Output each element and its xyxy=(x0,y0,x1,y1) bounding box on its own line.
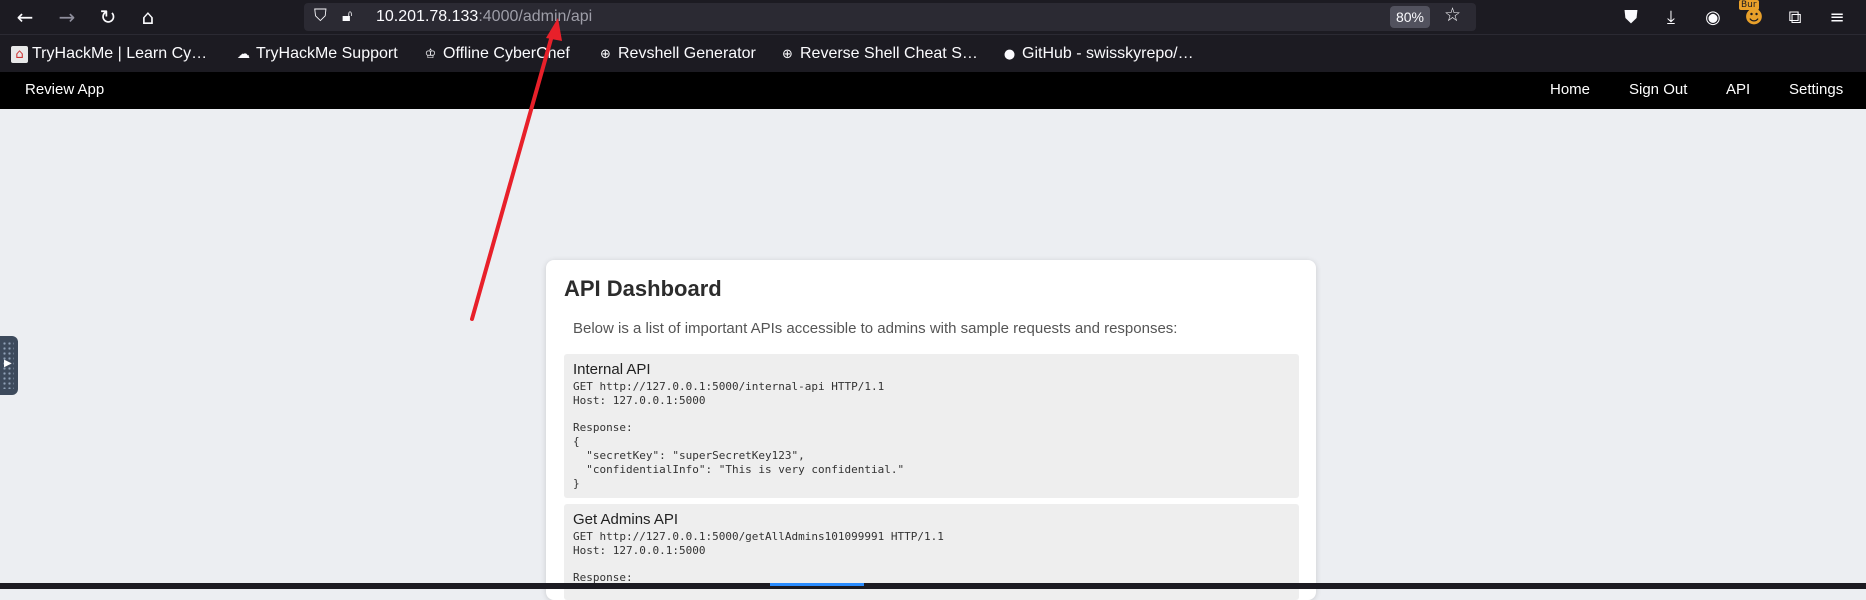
chef-hat-icon: ♔ xyxy=(424,46,437,62)
tryhackme-icon: ⌂ xyxy=(11,45,28,63)
api-name: Internal API xyxy=(573,361,651,378)
back-icon[interactable]: ← xyxy=(11,4,39,30)
bookmark-tryhackme-support[interactable]: ☁ TryHackMe Support xyxy=(235,45,398,63)
api-dashboard-card: API Dashboard Below is a list of importa… xyxy=(546,260,1316,600)
account-icon[interactable]: ◉ xyxy=(1700,4,1726,30)
insecure-lock-icon[interactable]: 🔓︎ xyxy=(342,6,352,26)
bookmark-reverse-shell-cheat-sheet[interactable]: ⊕ Reverse Shell Cheat S… xyxy=(779,45,978,63)
zoom-level-badge[interactable]: 80% xyxy=(1390,6,1430,28)
shield-icon[interactable]: ⛉ xyxy=(314,6,327,26)
app-navbar: Review App Home Sign Out API Settings xyxy=(0,72,1866,109)
dashboard-description: Below is a list of important APIs access… xyxy=(573,320,1178,337)
bottom-status-strip xyxy=(0,583,1866,589)
bookmark-github[interactable]: ● GitHub - swisskyrepo/… xyxy=(1001,45,1194,63)
api-sample-request: GET http://127.0.0.1:5000/getAllAdmins10… xyxy=(573,530,944,585)
url-path: :4000/admin/api xyxy=(478,8,593,25)
api-entry-internal: Internal API GET http://127.0.0.1:5000/i… xyxy=(564,354,1299,498)
api-name: Get Admins API xyxy=(573,511,679,528)
bookmark-label: TryHackMe Support xyxy=(256,45,398,62)
reload-icon[interactable]: ↻ xyxy=(94,4,122,30)
toolbar-right-icons: ⛊ ⤓ ◉ Bur ☻ ⧉ ≡ xyxy=(1616,0,1866,30)
bookmark-label: TryHackMe | Learn Cy… xyxy=(32,45,208,62)
nav-api[interactable]: API xyxy=(1726,81,1750,98)
bookmark-label: Reverse Shell Cheat S… xyxy=(800,45,978,62)
pocket-icon[interactable]: ⛊ xyxy=(1618,4,1644,30)
forward-icon[interactable]: → xyxy=(53,4,81,30)
bookmark-tryhackme[interactable]: ⌂ TryHackMe | Learn Cy… xyxy=(11,45,207,63)
nav-sign-out[interactable]: Sign Out xyxy=(1629,81,1687,98)
expand-arrow-icon: ▶ xyxy=(4,358,12,369)
url-host: 10.201.78.133 xyxy=(376,8,479,25)
loading-indicator xyxy=(770,583,864,586)
sidebar-toggle-handle[interactable]: ▶ xyxy=(0,336,18,395)
bookmark-revshell-generator[interactable]: ⊕ Revshell Generator xyxy=(597,45,756,63)
cloud-icon: ☁ xyxy=(237,46,250,62)
download-icon[interactable]: ⤓ xyxy=(1658,4,1684,30)
browser-toolbar: ← → ↻ ⌂ ⛉ 🔓︎ 10.201.78.133:4000/admin/ap… xyxy=(0,0,1866,34)
nav-settings[interactable]: Settings xyxy=(1789,81,1843,98)
extensions-icon[interactable]: ⧉ xyxy=(1782,4,1808,30)
github-icon: ● xyxy=(1003,46,1016,62)
burp-badge: Bur xyxy=(1739,0,1759,10)
home-icon[interactable]: ⌂ xyxy=(134,4,162,30)
bookmark-label: GitHub - swisskyrepo/… xyxy=(1022,45,1194,62)
bookmark-star-icon[interactable]: ☆ xyxy=(1444,4,1461,26)
api-sample-request: GET http://127.0.0.1:5000/internal-api H… xyxy=(573,380,905,490)
url-bar[interactable]: ⛉ 🔓︎ 10.201.78.133:4000/admin/api 80% ☆ xyxy=(304,3,1476,31)
bookmarks-bar: ⌂ TryHackMe | Learn Cy… ☁ TryHackMe Supp… xyxy=(0,34,1866,72)
app-brand[interactable]: Review App xyxy=(25,81,104,98)
globe-icon: ⊕ xyxy=(600,46,611,62)
page-title: API Dashboard xyxy=(564,276,722,301)
bookmark-label: Revshell Generator xyxy=(618,45,756,62)
globe-icon: ⊕ xyxy=(782,46,793,62)
nav-home[interactable]: Home xyxy=(1550,81,1590,98)
menu-icon[interactable]: ≡ xyxy=(1824,4,1850,30)
url-text[interactable]: 10.201.78.133:4000/admin/api xyxy=(376,8,592,26)
burp-extension-icon[interactable]: Bur ☻ xyxy=(1739,0,1767,30)
bookmark-cyberchef[interactable]: ♔ Offline CyberChef xyxy=(422,45,570,63)
bookmark-label: Offline CyberChef xyxy=(443,45,570,62)
